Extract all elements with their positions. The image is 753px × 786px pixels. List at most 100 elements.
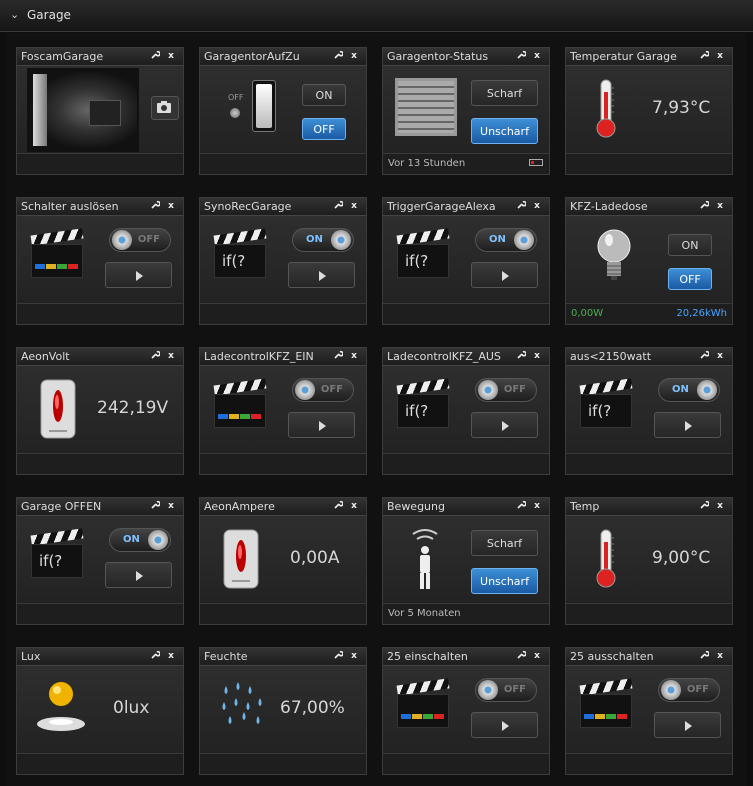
disarm-button[interactable]: Unscharf (471, 118, 538, 144)
wrench-icon[interactable] (515, 200, 527, 212)
close-icon[interactable]: x (531, 350, 543, 362)
wrench-icon[interactable] (149, 50, 161, 62)
wrench-icon[interactable] (515, 50, 527, 62)
scene-toggle[interactable]: OFF (109, 228, 171, 252)
close-icon[interactable]: x (348, 350, 360, 362)
run-scene-button[interactable] (105, 562, 172, 588)
on-button[interactable]: ON (668, 234, 712, 256)
wrench-icon[interactable] (698, 350, 710, 362)
wrench-icon[interactable] (698, 50, 710, 62)
wrench-icon[interactable] (698, 650, 710, 662)
close-icon[interactable]: x (714, 500, 726, 512)
widget-footer (566, 453, 732, 474)
widget-bewegung: Bewegung x Scharf Unscharf Vor 5 Monaten (382, 497, 550, 625)
chevron-down-icon[interactable]: ⌄ (10, 8, 19, 21)
close-icon[interactable]: x (531, 50, 543, 62)
wrench-icon[interactable] (332, 50, 344, 62)
scene-clapper-icon (29, 228, 85, 280)
close-icon[interactable]: x (714, 350, 726, 362)
toggle-knob (331, 230, 351, 250)
wrench-icon[interactable] (515, 650, 527, 662)
disarm-button[interactable]: Unscharf (471, 568, 538, 594)
on-button[interactable]: ON (302, 84, 346, 106)
wrench-icon[interactable] (332, 500, 344, 512)
toggle-state-label: OFF (320, 384, 343, 395)
off-button[interactable]: OFF (302, 118, 346, 140)
widget-footer (17, 153, 183, 174)
close-icon[interactable]: x (348, 500, 360, 512)
scene-toggle[interactable]: ON (658, 378, 720, 402)
wrench-icon[interactable] (515, 500, 527, 512)
wrench-icon[interactable] (515, 350, 527, 362)
widget-title: TriggerGarageAlexa (387, 200, 496, 213)
widget-body: 0lux (17, 666, 183, 756)
run-scene-button[interactable] (654, 712, 721, 738)
close-icon[interactable]: x (531, 500, 543, 512)
run-scene-button[interactable] (471, 412, 538, 438)
water-drops-icon (218, 682, 268, 734)
run-scene-button[interactable] (288, 412, 355, 438)
close-icon[interactable]: x (348, 650, 360, 662)
close-icon[interactable]: x (714, 50, 726, 62)
widget-body: if(? ON (383, 216, 549, 306)
scene-toggle[interactable]: OFF (292, 378, 354, 402)
toggle-knob (478, 380, 498, 400)
close-icon[interactable]: x (165, 350, 177, 362)
close-icon[interactable]: x (165, 650, 177, 662)
widget-title: Bewegung (387, 500, 445, 513)
run-scene-button[interactable] (471, 712, 538, 738)
arm-button[interactable]: Scharf (471, 80, 538, 106)
wrench-icon[interactable] (149, 200, 161, 212)
close-icon[interactable]: x (348, 50, 360, 62)
widget-25-ausschalten: 25 ausschalten x OFF (565, 647, 733, 775)
widget-footer (566, 153, 732, 174)
off-button[interactable]: OFF (668, 268, 712, 290)
close-icon[interactable]: x (165, 200, 177, 212)
run-scene-button[interactable] (288, 262, 355, 288)
scene-toggle[interactable]: ON (475, 228, 537, 252)
camera-icon[interactable] (151, 96, 179, 120)
section-header-garage[interactable]: ⌄ Garage (0, 0, 753, 32)
widget-title: 25 einschalten (387, 650, 468, 663)
run-scene-button[interactable] (471, 262, 538, 288)
close-icon[interactable]: x (348, 200, 360, 212)
toggle-knob (661, 680, 681, 700)
widget-header: Garage OFFEN x (17, 498, 183, 516)
close-icon[interactable]: x (531, 200, 543, 212)
toggle-state-label: ON (672, 384, 689, 395)
wrench-icon[interactable] (332, 650, 344, 662)
scene-clapper-icon: if(? (29, 528, 85, 580)
run-scene-button[interactable] (654, 412, 721, 438)
toggle-state-label: ON (489, 234, 506, 245)
rocker-switch[interactable] (252, 80, 276, 132)
scene-toggle[interactable]: OFF (475, 378, 537, 402)
wrench-icon[interactable] (332, 350, 344, 362)
scene-toggle[interactable]: OFF (475, 678, 537, 702)
close-icon[interactable]: x (714, 200, 726, 212)
widget-header: Temp x (566, 498, 732, 516)
wrench-icon[interactable] (332, 200, 344, 212)
run-scene-button[interactable] (105, 262, 172, 288)
scene-clapper-icon (395, 678, 451, 730)
wrench-icon[interactable] (149, 500, 161, 512)
scene-clapper-icon: if(? (578, 378, 634, 430)
camera-snapshot[interactable] (27, 68, 139, 152)
scene-toggle[interactable]: ON (109, 528, 171, 552)
arm-button[interactable]: Scharf (471, 530, 538, 556)
wrench-icon[interactable] (698, 200, 710, 212)
wrench-icon[interactable] (149, 350, 161, 362)
close-icon[interactable]: x (165, 500, 177, 512)
widget-header: AeonAmpere x (200, 498, 366, 516)
scene-toggle[interactable]: OFF (658, 678, 720, 702)
close-icon[interactable]: x (531, 650, 543, 662)
close-icon[interactable]: x (165, 50, 177, 62)
widget-temp: Temp x 9,00°C (565, 497, 733, 625)
close-icon[interactable]: x (714, 650, 726, 662)
meter-value: 0,00A (290, 548, 340, 568)
widget-footer (566, 603, 732, 624)
led-indicator-icon (230, 108, 240, 118)
wrench-icon[interactable] (698, 500, 710, 512)
toggle-state-label: OFF (686, 684, 709, 695)
scene-toggle[interactable]: ON (292, 228, 354, 252)
wrench-icon[interactable] (149, 650, 161, 662)
